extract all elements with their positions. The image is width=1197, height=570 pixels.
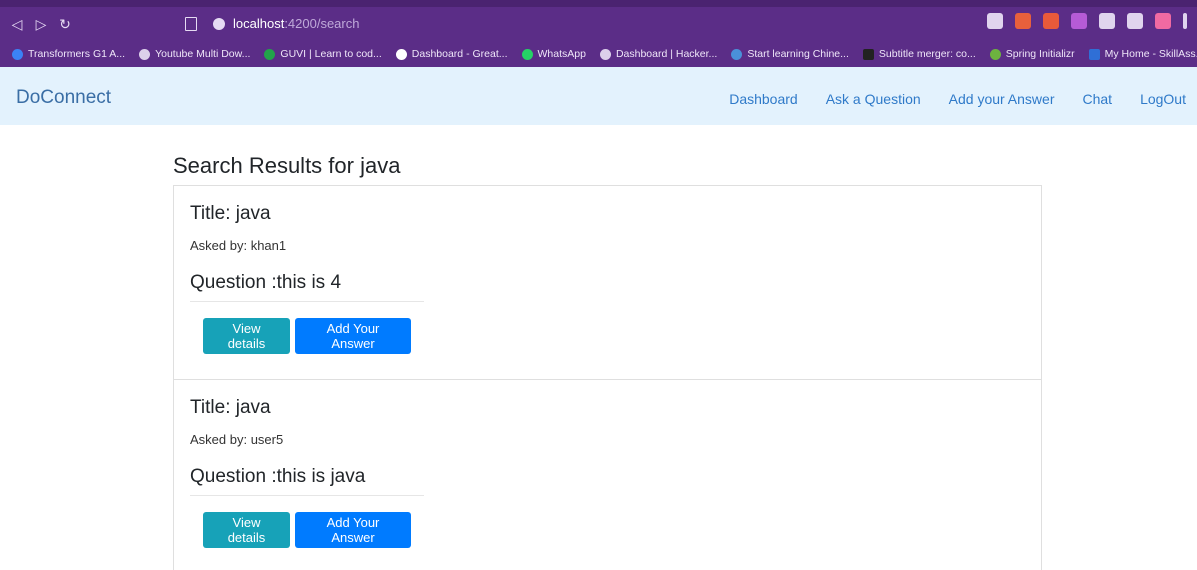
bookmark-favicon-icon bbox=[264, 48, 276, 60]
bookmark-item[interactable]: Spring Initializr bbox=[989, 48, 1075, 60]
nav-buttons: ◁ ▷ ↻ bbox=[6, 13, 76, 35]
extension-icon[interactable] bbox=[1071, 13, 1087, 29]
whatsapp-icon bbox=[521, 48, 533, 60]
add-answer-button[interactable]: Add Your Answer bbox=[295, 512, 411, 548]
profile-icon[interactable] bbox=[1155, 13, 1171, 29]
address-bar[interactable]: localhost:4200/search bbox=[185, 11, 985, 36]
page-title: Search Results for java bbox=[173, 153, 401, 178]
add-answer-button[interactable]: Add Your Answer bbox=[295, 318, 411, 354]
forward-icon[interactable]: ▷ bbox=[30, 13, 52, 35]
result-title: Title: java bbox=[190, 203, 271, 224]
bookmark-item[interactable]: WhatsApp bbox=[521, 48, 586, 60]
bookmark-label: Youtube Multi Dow... bbox=[155, 48, 251, 60]
url-host: localhost bbox=[233, 16, 285, 31]
bookmark-item[interactable]: Start learning Chine... bbox=[731, 48, 849, 60]
bookmark-item[interactable]: Subtitle merger: co... bbox=[862, 48, 976, 60]
nav-add-answer[interactable]: Add your Answer bbox=[949, 91, 1055, 107]
question-text: Question :this is 4 bbox=[190, 272, 342, 293]
nav-chat[interactable]: Chat bbox=[1082, 91, 1112, 107]
bookmark-favicon-icon bbox=[1088, 48, 1100, 60]
app-navbar: DoConnect Dashboard Ask a Question Add y… bbox=[0, 67, 1197, 125]
bookmark-label: GUVI | Learn to cod... bbox=[280, 48, 382, 60]
result-card: Title: java Asked by: user5 Question :th… bbox=[173, 379, 1042, 570]
bookmark-label: Transformers G1 A... bbox=[28, 48, 126, 60]
asked-by: Asked by: khan1 bbox=[190, 238, 287, 253]
bookmark-label: WhatsApp bbox=[537, 48, 586, 60]
brave-rewards-icon[interactable] bbox=[1043, 13, 1059, 29]
nav-dashboard[interactable]: Dashboard bbox=[729, 91, 798, 107]
toolbar-icons bbox=[987, 13, 1187, 29]
brand-link[interactable]: DoConnect bbox=[16, 87, 111, 109]
bookmark-label: Dashboard - Great... bbox=[411, 48, 508, 60]
divider bbox=[190, 301, 424, 302]
divider bbox=[190, 495, 424, 496]
bookmark-item[interactable]: My Home - SkillAss... bbox=[1088, 48, 1197, 60]
bookmark-favicon-icon bbox=[599, 48, 611, 60]
nav-ask-question[interactable]: Ask a Question bbox=[826, 91, 921, 107]
puzzle-icon[interactable] bbox=[1099, 13, 1115, 29]
view-details-button[interactable]: View details bbox=[203, 318, 290, 354]
bookmark-item[interactable]: Dashboard - Great... bbox=[395, 48, 508, 60]
result-title: Title: java bbox=[190, 397, 271, 418]
tab-strip bbox=[0, 0, 1197, 7]
spring-icon bbox=[989, 48, 1001, 60]
key-icon[interactable] bbox=[987, 13, 1003, 29]
bookmark-item[interactable]: GUVI | Learn to cod... bbox=[264, 48, 382, 60]
bookmark-favicon-icon bbox=[139, 48, 151, 60]
bookmark-item[interactable]: Dashboard | Hacker... bbox=[599, 48, 718, 60]
bookmark-item[interactable]: Transformers G1 A... bbox=[12, 48, 125, 60]
menu-icon[interactable] bbox=[1183, 13, 1187, 29]
back-icon[interactable]: ◁ bbox=[6, 13, 28, 35]
bookmark-favicon-icon bbox=[395, 48, 407, 60]
site-info-icon[interactable] bbox=[213, 17, 225, 30]
bookmark-item[interactable]: Youtube Multi Dow... bbox=[139, 48, 250, 60]
result-card: Title: java Asked by: khan1 Question :th… bbox=[173, 185, 1042, 379]
url-path: :4200/search bbox=[284, 16, 360, 31]
browser-chrome: ◁ ▷ ↻ localhost:4200/search Transformers… bbox=[0, 0, 1197, 67]
address-row: ◁ ▷ ↻ localhost:4200/search bbox=[0, 7, 1197, 41]
nav-logout[interactable]: LogOut bbox=[1140, 91, 1186, 107]
reload-icon[interactable]: ↻ bbox=[54, 13, 76, 35]
bookmark-label: Spring Initializr bbox=[1005, 48, 1075, 60]
bookmark-favicon-icon bbox=[731, 48, 743, 60]
asked-by: Asked by: user5 bbox=[190, 432, 284, 447]
bookmarks-bar: Transformers G1 A... Youtube Multi Dow..… bbox=[0, 43, 1197, 65]
brave-shield-icon[interactable] bbox=[1015, 13, 1031, 29]
bookmark-icon[interactable] bbox=[185, 16, 197, 31]
question-text: Question :this is java bbox=[190, 466, 366, 487]
view-details-button[interactable]: View details bbox=[203, 512, 290, 548]
nav-links: Dashboard Ask a Question Add your Answer… bbox=[729, 91, 1186, 107]
window-icon[interactable] bbox=[1127, 13, 1143, 29]
bookmark-favicon-icon bbox=[862, 48, 874, 60]
bookmark-label: Dashboard | Hacker... bbox=[615, 48, 718, 60]
bookmark-label: Start learning Chine... bbox=[747, 48, 849, 60]
bookmark-favicon-icon bbox=[12, 48, 23, 60]
bookmark-label: My Home - SkillAss... bbox=[1104, 48, 1197, 60]
bookmark-label: Subtitle merger: co... bbox=[878, 48, 976, 60]
